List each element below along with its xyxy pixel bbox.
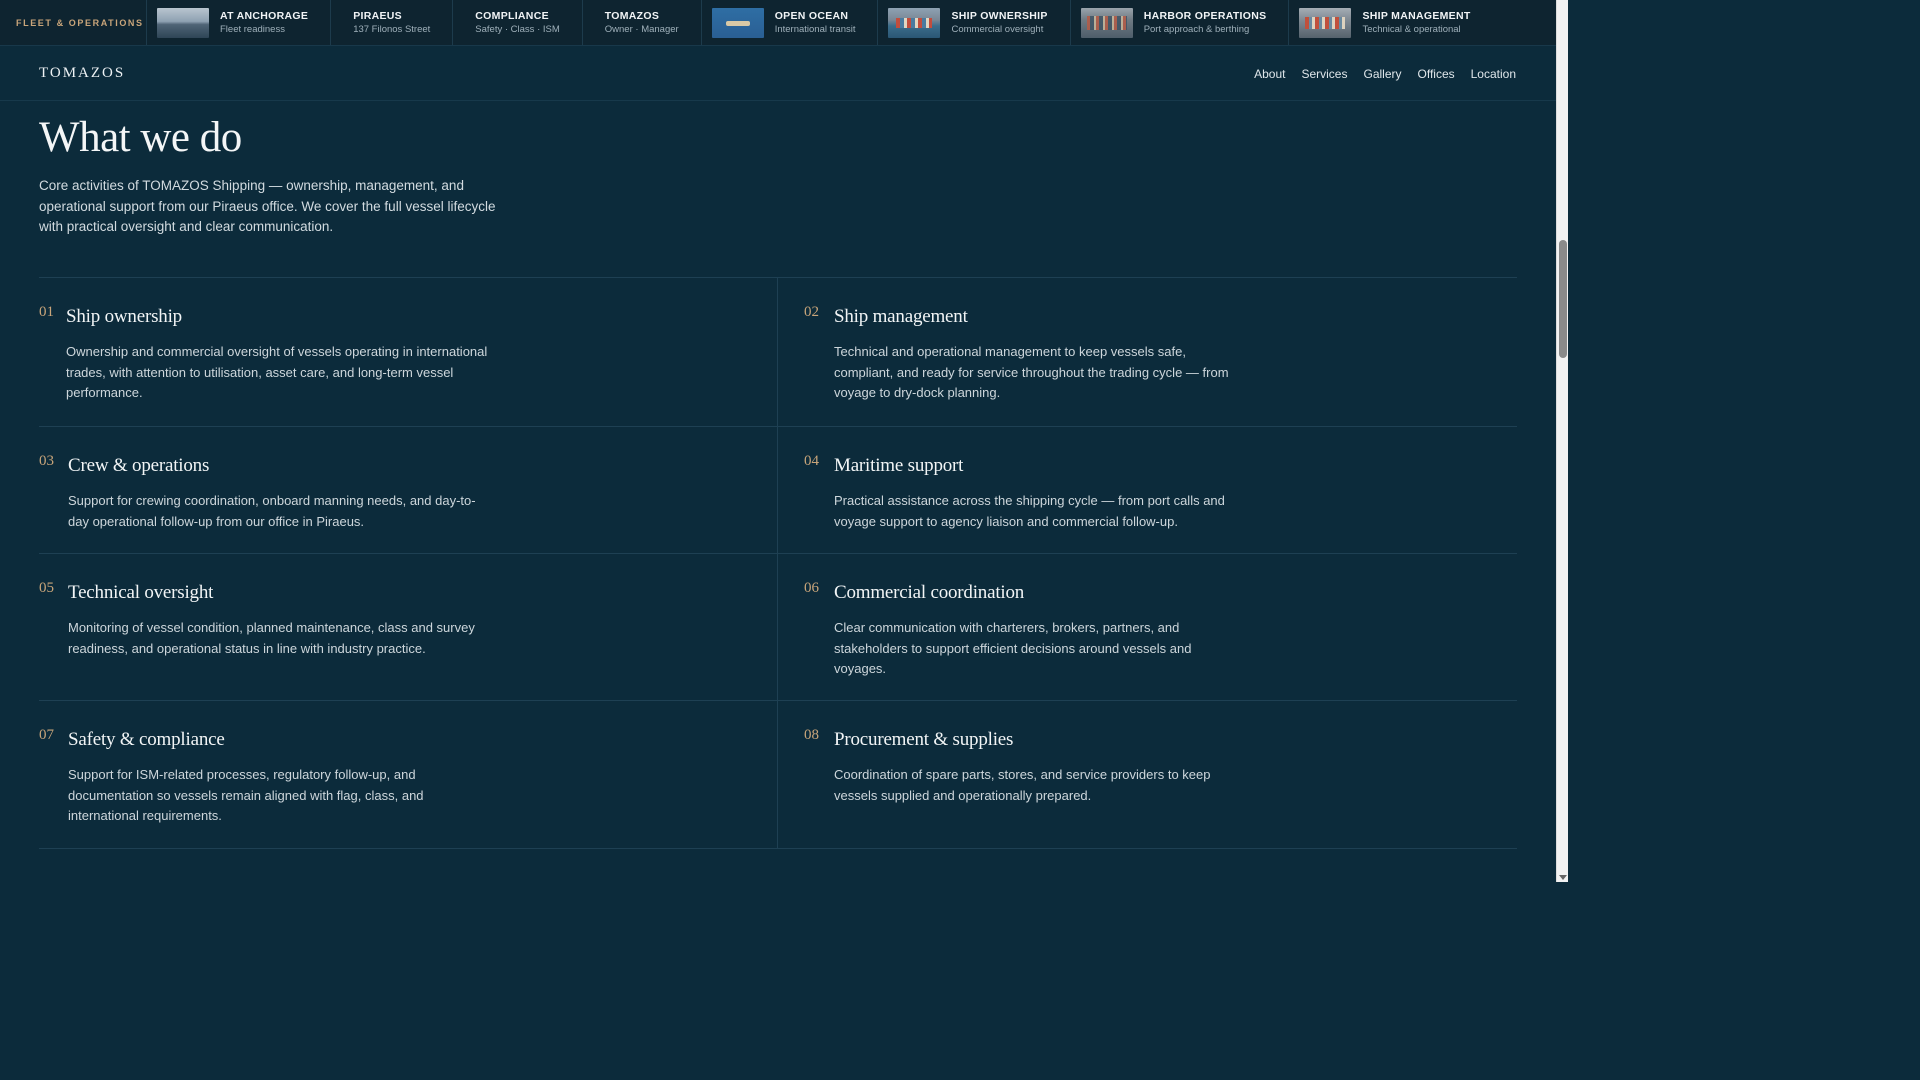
service-title: Procurement & supplies — [834, 729, 1014, 750]
service-description: Support for crewing coordination, onboar… — [68, 493, 476, 529]
scroll-down-arrow-icon[interactable] — [1559, 875, 1567, 880]
service-title: Ship ownership — [66, 306, 182, 327]
strip-item-subtitle: Fleet readiness — [220, 24, 285, 35]
strip-item-subtitle: 137 Filonos Street — [353, 24, 431, 35]
strip-item-subtitle: Technical & operational — [1362, 24, 1461, 35]
nav-services[interactable]: Services — [1301, 67, 1347, 81]
service-title: Commercial coordination — [834, 582, 1025, 603]
service-number: 01 — [39, 304, 54, 320]
strip-item-subtitle: Commercial oversight — [951, 24, 1044, 35]
strip-item-title: OPEN OCEAN — [774, 10, 849, 22]
strip-item-subtitle: Safety · Class · ISM — [475, 24, 560, 35]
cargo-ship-thumbnail — [1299, 7, 1352, 38]
nav-about[interactable]: About — [1254, 67, 1285, 81]
service-title: Ship management — [834, 306, 968, 327]
service-card-ship-ownership: 01 Ship ownership Ownership and commerci… — [39, 278, 778, 427]
service-card-crew-operations: 03 Crew & operations Support for crewing… — [39, 427, 778, 554]
ocean-thumbnail — [711, 7, 764, 38]
top-strip: FLEET & OPERATIONS AT ANCHORAGE Fleet re… — [0, 0, 1556, 46]
service-number: 03 — [39, 453, 54, 469]
scrollbar-thumb[interactable] — [1559, 240, 1567, 358]
strip-item-harbor-operations[interactable]: HARBOR OPERATIONS Port approach & berthi… — [1071, 0, 1290, 45]
service-title: Safety & compliance — [68, 729, 225, 750]
anchorage-thumbnail — [157, 7, 209, 38]
main-nav: About Services Gallery Offices Location — [1254, 67, 1516, 81]
service-number: 08 — [804, 727, 819, 743]
service-card-ship-management: 02 Ship management Technical and operati… — [778, 278, 1517, 427]
strip-item-title: TOMAZOS — [604, 10, 660, 22]
service-card-commercial-coordination: 06 Commercial coordination Clear communi… — [778, 554, 1517, 701]
strip-item-open-ocean[interactable]: OPEN OCEAN International transit — [702, 0, 879, 45]
service-description: Ownership and commercial oversight of ve… — [66, 344, 488, 400]
page-scrollbar[interactable] — [1556, 0, 1568, 882]
service-description: Monitoring of vessel condition, planned … — [68, 620, 475, 656]
service-number: 04 — [804, 453, 819, 469]
section-title: What we do — [39, 114, 242, 161]
strip-item-title: PIRAEUS — [353, 10, 402, 22]
service-card-safety-compliance: 07 Safety & compliance Support for ISM-r… — [39, 701, 778, 849]
services-grid: 01 Ship ownership Ownership and commerci… — [39, 277, 1517, 849]
nav-offices[interactable]: Offices — [1418, 67, 1455, 81]
strip-item-subtitle: International transit — [774, 24, 856, 35]
service-description: Clear communication with charterers, bro… — [834, 620, 1192, 676]
service-title: Maritime support — [834, 455, 964, 476]
service-number: 06 — [804, 580, 819, 596]
strip-item-at-anchorage[interactable]: AT ANCHORAGE Fleet readiness — [147, 0, 332, 45]
site-header: TOMAZOS About Services Gallery Offices L… — [0, 47, 1556, 101]
service-number: 05 — [39, 580, 54, 596]
strip-item-title: HARBOR OPERATIONS — [1143, 10, 1267, 22]
harbor-thumbnail — [1080, 7, 1133, 38]
strip-item-title: COMPLIANCE — [475, 10, 549, 22]
strip-item-tomazos[interactable]: TOMAZOS Owner · Manager — [583, 0, 702, 45]
container-ship-thumbnail — [888, 7, 941, 38]
site-logo[interactable]: TOMAZOS — [39, 65, 125, 82]
service-card-technical-oversight: 05 Technical oversight Monitoring of ves… — [39, 554, 778, 701]
nav-gallery[interactable]: Gallery — [1363, 67, 1401, 81]
service-description: Support for ISM-related processes, regul… — [68, 767, 424, 823]
service-description: Practical assistance across the shipping… — [834, 493, 1225, 529]
strip-item-subtitle: Owner · Manager — [604, 24, 679, 35]
strip-item-subtitle: Port approach & berthing — [1143, 24, 1250, 35]
service-number: 02 — [804, 304, 819, 320]
nav-location[interactable]: Location — [1471, 67, 1516, 81]
section-description: Core activities of TOMAZOS Shipping — ow… — [39, 178, 496, 234]
strip-item-ship-ownership[interactable]: SHIP OWNERSHIP Commercial oversight — [878, 0, 1071, 45]
service-card-procurement-supplies: 08 Procurement & supplies Coordination o… — [778, 701, 1517, 849]
strip-item-title: AT ANCHORAGE — [220, 10, 309, 22]
intro-section: What we do Core activities of TOMAZOS Sh… — [39, 114, 509, 238]
service-description: Technical and operational management to … — [834, 344, 1229, 400]
strip-item-title: SHIP OWNERSHIP — [951, 10, 1048, 22]
service-card-maritime-support: 04 Maritime support Practical assistance… — [778, 427, 1517, 554]
strip-item-title: SHIP MANAGEMENT — [1362, 10, 1471, 22]
service-number: 07 — [39, 727, 54, 743]
strip-item-piraeus[interactable]: PIRAEUS 137 Filonos Street — [331, 0, 454, 45]
service-description: Coordination of spare parts, stores, and… — [834, 767, 1211, 803]
service-title: Crew & operations — [68, 455, 210, 476]
strip-item-ship-management[interactable]: SHIP MANAGEMENT Technical & operational — [1289, 0, 1492, 45]
strip-brand: FLEET & OPERATIONS — [0, 0, 147, 45]
strip-item-compliance[interactable]: COMPLIANCE Safety · Class · ISM — [453, 0, 583, 45]
service-title: Technical oversight — [68, 582, 214, 603]
